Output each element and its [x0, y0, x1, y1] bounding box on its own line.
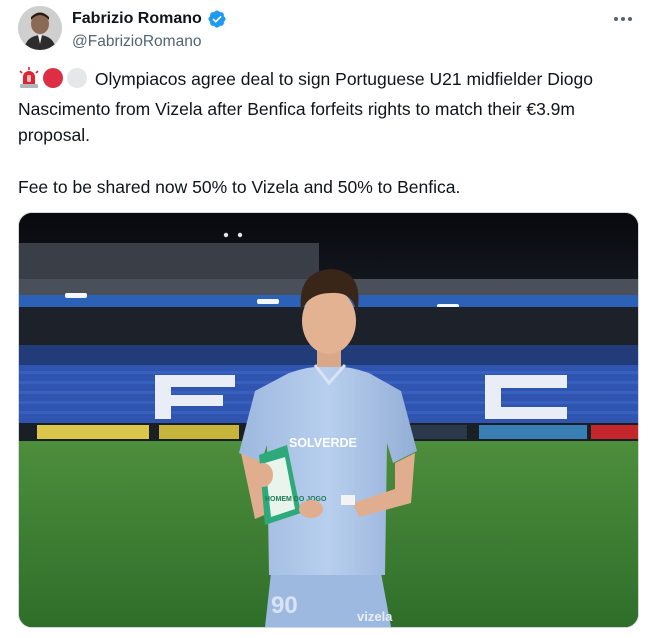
shirt-sponsor: SOLVERDE: [289, 436, 357, 450]
verified-badge-icon: [207, 9, 227, 29]
more-horizontal-icon: [614, 17, 632, 21]
shorts-number: 90: [271, 592, 298, 619]
author-name[interactable]: Fabrizio Romano: [72, 10, 202, 28]
tweet-paragraph-1: Olympiacos agree deal to sign Portuguese…: [18, 66, 638, 148]
author-handle[interactable]: @FabrizioRomano: [72, 33, 227, 51]
tweet-photo[interactable]: 90 vizela SOLVERDE HOMEM DO JOGO: [18, 212, 639, 628]
photo-illustration: 90 vizela SOLVERDE HOMEM DO JOGO: [19, 213, 638, 627]
avatar-image: [18, 6, 62, 50]
author-block: Fabrizio Romano @FabrizioRomano: [72, 8, 227, 51]
tweet-text: Olympiacos agree deal to sign Portuguese…: [18, 66, 638, 200]
name-row: Fabrizio Romano: [72, 8, 227, 30]
tweet-paragraph-2: Fee to be shared now 50% to Vizela and 5…: [18, 177, 461, 197]
more-options-button[interactable]: [608, 6, 638, 32]
tweet-card: Fabrizio Romano @FabrizioRomano Olympiac…: [0, 0, 660, 638]
white-circle-emoji: [66, 67, 88, 96]
shorts-sponsor: vizela: [357, 609, 393, 624]
rotating-light-emoji: [18, 67, 40, 96]
tweet-paragraph-1-text: Olympiacos agree deal to sign Portuguese…: [18, 69, 593, 145]
author-avatar[interactable]: [18, 6, 62, 50]
red-circle-emoji: [42, 67, 64, 96]
